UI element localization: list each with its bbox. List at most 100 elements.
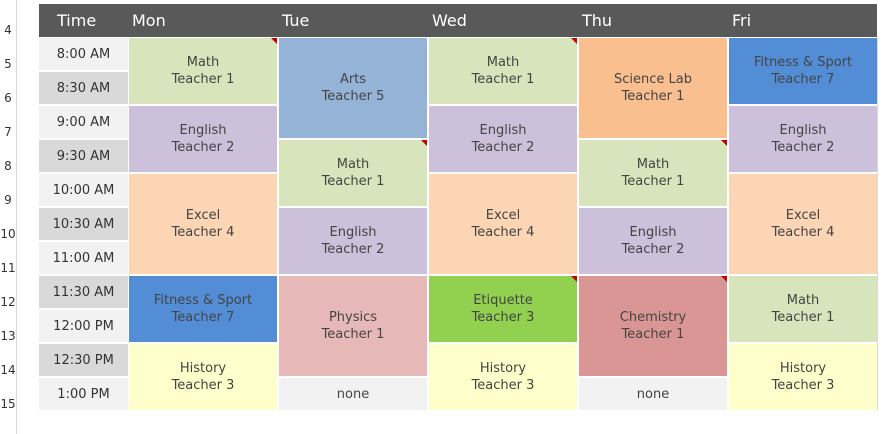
teacher-label: Teacher 4 [471, 225, 535, 240]
header-mon[interactable]: Mon [132, 4, 166, 37]
subject-label: Math [336, 157, 370, 172]
teacher-label: Teacher 1 [771, 310, 835, 325]
header-wed[interactable]: Wed [432, 4, 467, 37]
teacher-label: Teacher 4 [171, 225, 235, 240]
header-thu[interactable]: Thu [582, 4, 612, 37]
class-cell-fri-history[interactable]: History Teacher 3 [728, 343, 878, 411]
teacher-label: Teacher 5 [321, 89, 385, 104]
teacher-label: Teacher 7 [771, 72, 835, 87]
header-time[interactable]: Time [57, 4, 96, 37]
row-number-5[interactable]: 5 [0, 38, 16, 72]
teacher-label: Teacher 1 [471, 72, 535, 87]
class-cell-wed-history[interactable]: History Teacher 3 [428, 343, 578, 411]
class-cell-thu-chemistry[interactable]: Chemistry Teacher 1 [578, 275, 728, 377]
comment-indicator-icon [571, 276, 577, 282]
time-cell[interactable]: 1:00 PM [39, 378, 128, 412]
row-number-4[interactable]: 4 [0, 4, 16, 38]
teacher-label: Teacher 3 [171, 378, 235, 393]
row-number-11[interactable]: 11 [0, 242, 16, 276]
subject-label: Physics [328, 310, 378, 325]
teacher-label: Teacher 3 [471, 378, 535, 393]
class-cell-mon-history[interactable]: History Teacher 3 [128, 343, 278, 411]
class-cell-thu-english[interactable]: English Teacher 2 [578, 207, 728, 275]
row-number-6[interactable]: 6 [0, 72, 16, 106]
subject-label: English [779, 123, 827, 138]
class-cell-tue-arts[interactable]: Arts Teacher 5 [278, 37, 428, 139]
class-cell-wed-english[interactable]: English Teacher 2 [428, 105, 578, 173]
time-cell[interactable]: 11:30 AM [39, 276, 128, 310]
class-cell-tue-physics[interactable]: Physics Teacher 1 [278, 275, 428, 377]
time-cell[interactable]: 12:30 PM [39, 344, 128, 378]
comment-indicator-icon [721, 276, 727, 282]
teacher-label: Teacher 2 [471, 140, 535, 155]
subject-label: Excel [485, 208, 521, 223]
row-number-12[interactable]: 12 [0, 276, 16, 310]
class-cell-wed-math[interactable]: Math Teacher 1 [428, 37, 578, 105]
subject-label: Math [786, 293, 820, 308]
time-cell[interactable]: 9:00 AM [39, 106, 128, 140]
row-number-13[interactable]: 13 [0, 310, 16, 344]
subject-label: Fitness & Sport [753, 55, 853, 70]
class-cell-mon-fitness[interactable]: Fitness & Sport Teacher 7 [128, 275, 278, 343]
class-cell-fri-math[interactable]: Math Teacher 1 [728, 275, 878, 343]
comment-indicator-icon [571, 38, 577, 44]
class-cell-mon-math[interactable]: Math Teacher 1 [128, 37, 278, 105]
row-number-9[interactable]: 9 [0, 174, 16, 208]
subject-label: English [179, 123, 227, 138]
class-cell-tue-math[interactable]: Math Teacher 1 [278, 139, 428, 207]
class-cell-thu-science-lab[interactable]: Science Lab Teacher 1 [578, 37, 728, 139]
time-cell[interactable]: 8:00 AM [39, 38, 128, 72]
subject-label: English [629, 225, 677, 240]
subject-label: none [336, 386, 370, 402]
subject-label: History [479, 361, 527, 376]
class-cell-wed-etiquette[interactable]: Etiquette Teacher 3 [428, 275, 578, 343]
subject-label: History [779, 361, 827, 376]
header-tue[interactable]: Tue [282, 4, 309, 37]
subject-label: Excel [785, 208, 821, 223]
teacher-label: Teacher 1 [621, 327, 685, 342]
subject-label: Etiquette [473, 293, 533, 308]
subject-label: Math [486, 55, 520, 70]
subject-label: Math [186, 55, 220, 70]
teacher-label: Teacher 2 [621, 242, 685, 257]
row-number-8[interactable]: 8 [0, 140, 16, 174]
comment-indicator-icon [421, 140, 427, 146]
subject-label: Excel [185, 208, 221, 223]
row-header-border [16, 0, 17, 434]
class-cell-wed-excel[interactable]: Excel Teacher 4 [428, 173, 578, 275]
teacher-label: Teacher 3 [771, 378, 835, 393]
time-cell[interactable]: 8:30 AM [39, 72, 128, 106]
subject-label: Chemistry [619, 310, 687, 325]
teacher-label: Teacher 1 [321, 327, 385, 342]
subject-label: Math [636, 157, 670, 172]
time-cell[interactable]: 10:30 AM [39, 208, 128, 242]
header-fri[interactable]: Fri [732, 4, 751, 37]
time-cell[interactable]: 9:30 AM [39, 140, 128, 174]
teacher-label: Teacher 2 [321, 242, 385, 257]
class-cell-fri-excel[interactable]: Excel Teacher 4 [728, 173, 878, 275]
class-cell-thu-math[interactable]: Math Teacher 1 [578, 139, 728, 207]
class-cell-mon-english[interactable]: English Teacher 2 [128, 105, 278, 173]
row-number-7[interactable]: 7 [0, 106, 16, 140]
class-cell-fri-english[interactable]: English Teacher 2 [728, 105, 878, 173]
teacher-label: Teacher 1 [621, 174, 685, 189]
class-cell-tue-english[interactable]: English Teacher 2 [278, 207, 428, 275]
subject-label: History [179, 361, 227, 376]
row-number-10[interactable]: 10 [0, 208, 16, 242]
teacher-label: Teacher 3 [471, 310, 535, 325]
row-number-14[interactable]: 14 [0, 344, 16, 378]
teacher-label: Teacher 4 [771, 225, 835, 240]
class-cell-fri-fitness[interactable]: Fitness & Sport Teacher 7 [728, 37, 878, 105]
subject-label: English [479, 123, 527, 138]
class-cell-thu-none[interactable]: none [578, 377, 728, 411]
teacher-label: Teacher 2 [171, 140, 235, 155]
class-cell-mon-excel[interactable]: Excel Teacher 4 [128, 173, 278, 275]
schedule-header: Time Mon Tue Wed Thu Fri [39, 4, 877, 37]
time-cell[interactable]: 11:00 AM [39, 242, 128, 276]
teacher-label: Teacher 2 [771, 140, 835, 155]
class-cell-tue-none[interactable]: none [278, 377, 428, 411]
time-cell[interactable]: 12:00 PM [39, 310, 128, 344]
comment-indicator-icon [721, 140, 727, 146]
row-number-15[interactable]: 15 [0, 378, 16, 412]
time-cell[interactable]: 10:00 AM [39, 174, 128, 208]
